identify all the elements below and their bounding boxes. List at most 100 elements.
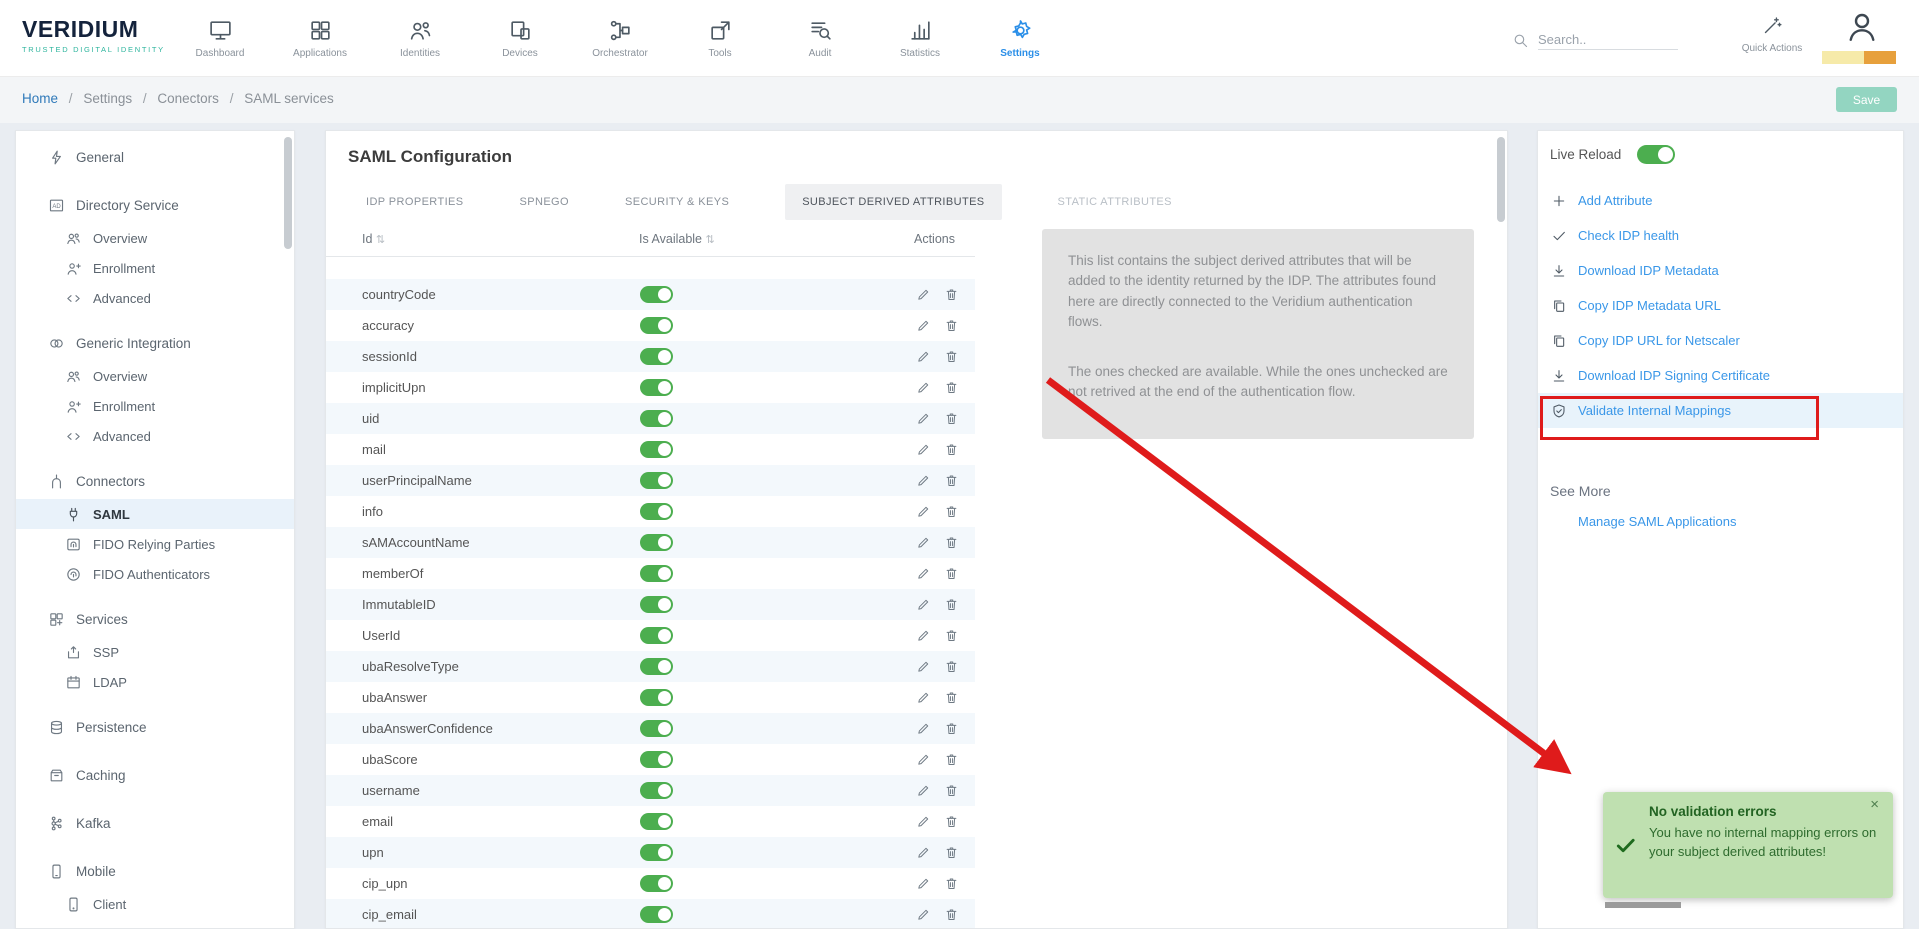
availability-toggle[interactable]	[640, 875, 673, 892]
edit-icon[interactable]	[916, 349, 931, 364]
availability-toggle[interactable]	[640, 782, 673, 799]
edit-icon[interactable]	[916, 473, 931, 488]
tab[interactable]: SUBJECT DERIVED ATTRIBUTES	[785, 184, 1001, 220]
availability-toggle[interactable]	[640, 906, 673, 923]
sidebar-item[interactable]: Caching	[16, 757, 294, 793]
availability-toggle[interactable]	[640, 472, 673, 489]
panel-action[interactable]: Add Attribute	[1538, 183, 1903, 218]
nav-item[interactable]: Orchestrator	[570, 7, 670, 69]
availability-toggle[interactable]	[640, 317, 673, 334]
sidebar-item[interactable]: Connectors	[16, 463, 294, 499]
sidebar-scrollbar[interactable]	[284, 133, 292, 926]
scrollbar-thumb[interactable]	[1497, 137, 1505, 222]
sidebar-item[interactable]: FIDO Authenticators	[16, 559, 294, 589]
tab[interactable]: IDP PROPERTIES	[366, 196, 464, 208]
edit-icon[interactable]	[916, 287, 931, 302]
panel-action[interactable]: Download IDP Metadata	[1538, 253, 1903, 288]
tab[interactable]: STATIC ATTRIBUTES	[1058, 196, 1172, 208]
sidebar-item[interactable]: SAML	[16, 499, 294, 529]
sidebar-item[interactable]: AD Directory Service	[16, 187, 294, 223]
sidebar-item[interactable]: Persistence	[16, 709, 294, 745]
edit-icon[interactable]	[916, 411, 931, 426]
delete-icon[interactable]	[944, 845, 959, 860]
edit-icon[interactable]	[916, 504, 931, 519]
quick-actions-button[interactable]: Quick Actions	[1736, 15, 1808, 54]
edit-icon[interactable]	[916, 721, 931, 736]
edit-icon[interactable]	[916, 566, 931, 581]
breadcrumb-item[interactable]: Settings	[83, 91, 132, 106]
edit-icon[interactable]	[916, 535, 931, 550]
sidebar-item[interactable]: Kafka	[16, 805, 294, 841]
delete-icon[interactable]	[944, 380, 959, 395]
delete-icon[interactable]	[944, 628, 959, 643]
edit-icon[interactable]	[916, 628, 931, 643]
column-header-is-available[interactable]: Is Available ⇅	[639, 232, 715, 246]
breadcrumb-item[interactable]: SAML services	[244, 91, 334, 106]
toast-close-button[interactable]: ×	[1864, 795, 1885, 814]
delete-icon[interactable]	[944, 504, 959, 519]
edit-icon[interactable]	[916, 659, 931, 674]
delete-icon[interactable]	[944, 814, 959, 829]
sidebar-item[interactable]: Client	[16, 889, 294, 919]
availability-toggle[interactable]	[640, 348, 673, 365]
delete-icon[interactable]	[944, 349, 959, 364]
availability-toggle[interactable]	[640, 720, 673, 737]
nav-item[interactable]: Dashboard	[170, 7, 270, 69]
availability-toggle[interactable]	[640, 844, 673, 861]
delete-icon[interactable]	[944, 473, 959, 488]
delete-icon[interactable]	[944, 752, 959, 767]
delete-icon[interactable]	[944, 907, 959, 922]
edit-icon[interactable]	[916, 783, 931, 798]
sidebar-item[interactable]: Mobile	[16, 853, 294, 889]
availability-toggle[interactable]	[640, 534, 673, 551]
main-scrollbar[interactable]	[1497, 133, 1505, 926]
delete-icon[interactable]	[944, 721, 959, 736]
sidebar-item[interactable]: Services	[16, 601, 294, 637]
edit-icon[interactable]	[916, 318, 931, 333]
edit-icon[interactable]	[916, 907, 931, 922]
sidebar-item[interactable]: FIDO Relying Parties	[16, 529, 294, 559]
edit-icon[interactable]	[916, 876, 931, 891]
panel-action[interactable]: Check IDP health	[1538, 218, 1903, 253]
delete-icon[interactable]	[944, 690, 959, 705]
delete-icon[interactable]	[944, 659, 959, 674]
sidebar-item[interactable]: Overview	[16, 223, 294, 253]
edit-icon[interactable]	[916, 814, 931, 829]
nav-item[interactable]: Statistics	[870, 7, 970, 69]
sidebar-item[interactable]: Advanced	[16, 421, 294, 451]
nav-item[interactable]: Devices	[470, 7, 570, 69]
breadcrumb-item[interactable]: Home	[22, 91, 58, 106]
delete-icon[interactable]	[944, 876, 959, 891]
availability-toggle[interactable]	[640, 379, 673, 396]
availability-toggle[interactable]	[640, 286, 673, 303]
availability-toggle[interactable]	[640, 627, 673, 644]
nav-item[interactable]: Identities	[370, 7, 470, 69]
delete-icon[interactable]	[944, 318, 959, 333]
sidebar-item[interactable]: Generic Integration	[16, 325, 294, 361]
edit-icon[interactable]	[916, 380, 931, 395]
live-reload-toggle[interactable]	[1637, 145, 1675, 164]
edit-icon[interactable]	[916, 597, 931, 612]
delete-icon[interactable]	[944, 535, 959, 550]
sidebar-item[interactable]: LDAP	[16, 667, 294, 697]
save-button[interactable]: Save	[1836, 87, 1897, 112]
sidebar-item[interactable]: Advanced	[16, 283, 294, 313]
panel-action[interactable]: Copy IDP Metadata URL	[1538, 288, 1903, 323]
manage-saml-applications-link[interactable]: Manage SAML Applications	[1578, 514, 1737, 529]
sidebar-item[interactable]: General	[16, 139, 294, 175]
sidebar-item[interactable]: Server	[16, 919, 294, 929]
panel-action[interactable]: Copy IDP URL for Netscaler	[1538, 323, 1903, 358]
edit-icon[interactable]	[916, 690, 931, 705]
availability-toggle[interactable]	[640, 658, 673, 675]
tab[interactable]: SECURITY & KEYS	[625, 196, 729, 208]
delete-icon[interactable]	[944, 442, 959, 457]
nav-item[interactable]: Settings	[970, 7, 1070, 69]
sidebar-item[interactable]: SSP	[16, 637, 294, 667]
search-icon[interactable]	[1512, 32, 1529, 49]
search-input[interactable]	[1538, 30, 1678, 50]
nav-item[interactable]: Audit	[770, 7, 870, 69]
edit-icon[interactable]	[916, 442, 931, 457]
delete-icon[interactable]	[944, 566, 959, 581]
delete-icon[interactable]	[944, 783, 959, 798]
veridium-logo[interactable]: VERIDIUM TRUSTED DIGITAL IDENTITY	[22, 16, 165, 54]
